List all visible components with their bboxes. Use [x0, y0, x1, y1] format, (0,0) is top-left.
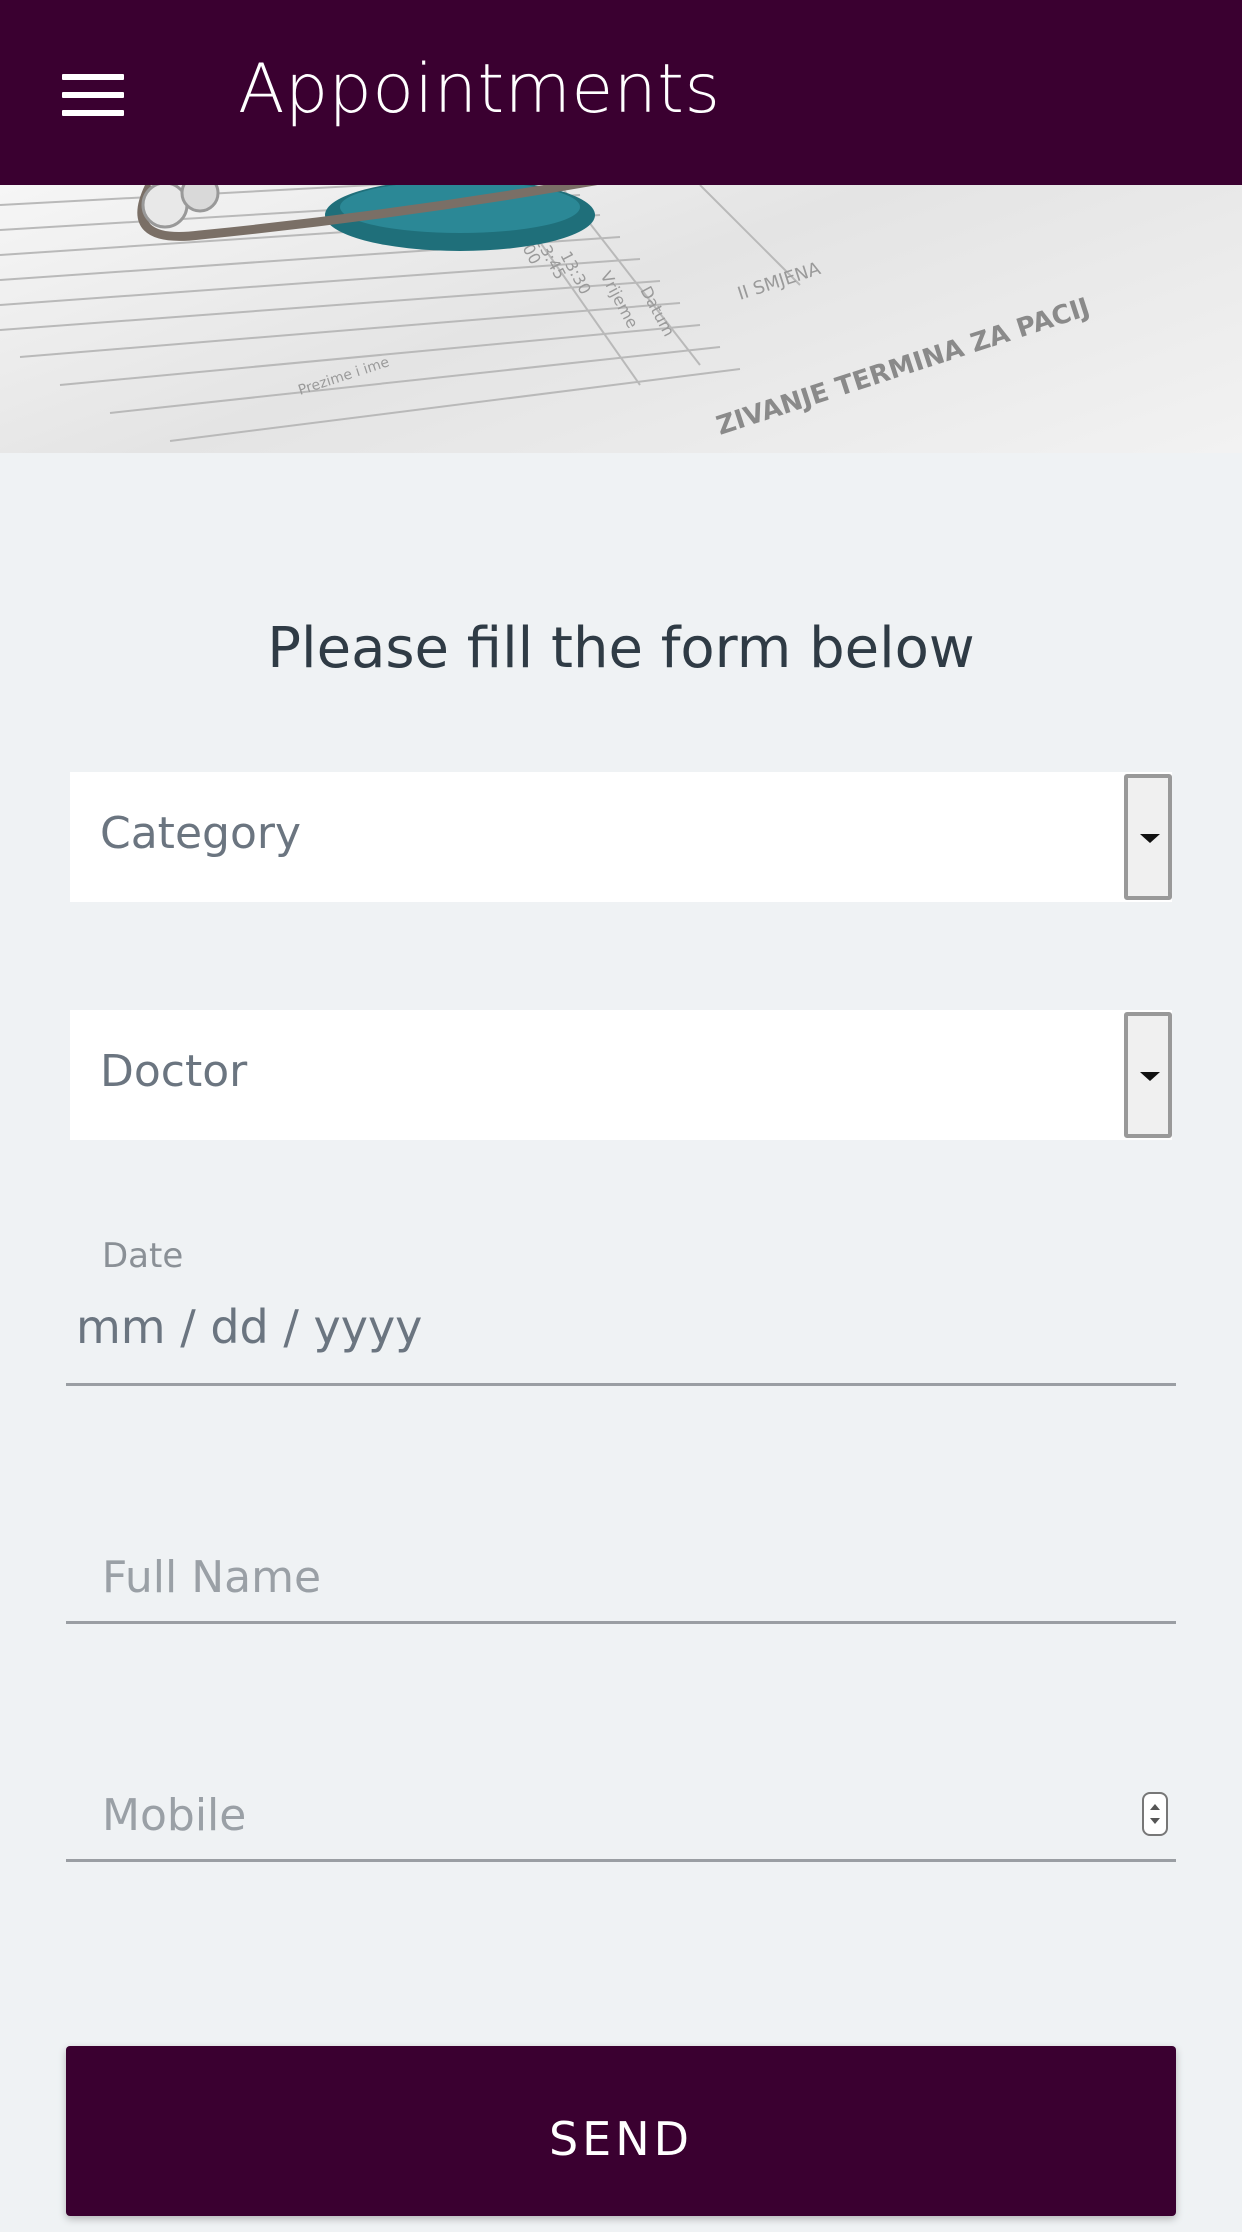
dropdown-arrow-icon[interactable]: [1124, 1012, 1172, 1138]
doctor-select[interactable]: Doctor: [70, 1010, 1172, 1140]
form-heading: Please fill the form below: [267, 616, 975, 681]
send-button[interactable]: SEND: [66, 2046, 1176, 2216]
doctor-select-value: Doctor: [100, 1046, 248, 1097]
date-field[interactable]: Date mm / dd / yyyy: [66, 1236, 1176, 1386]
hamburger-menu-icon[interactable]: [62, 74, 124, 116]
mobile-field[interactable]: Mobile: [66, 1712, 1176, 1862]
appointment-form-illustration: ZIVANJE TERMINA ZA PACIJ II SMJENA Datum…: [0, 185, 1094, 442]
hero-image: ZIVANJE TERMINA ZA PACIJ II SMJENA Datum…: [0, 185, 1242, 453]
number-spinner-icon[interactable]: [1142, 1792, 1168, 1836]
category-select-value: Category: [100, 808, 301, 859]
dropdown-arrow-icon[interactable]: [1124, 774, 1172, 900]
full-name-field[interactable]: Full Name: [66, 1474, 1176, 1624]
full-name-input[interactable]: Full Name: [102, 1552, 321, 1603]
date-input[interactable]: mm / dd / yyyy: [76, 1300, 422, 1354]
page-title: Appointments: [238, 50, 721, 129]
app-bar: Appointments: [0, 0, 1242, 185]
hero-form-time-label: Vrijeme: [596, 268, 642, 331]
date-label: Date: [102, 1236, 184, 1276]
category-select[interactable]: Category: [70, 772, 1172, 902]
hero-form-title: ZIVANJE TERMINA ZA PACIJ: [713, 292, 1094, 441]
mobile-input[interactable]: Mobile: [102, 1790, 246, 1841]
